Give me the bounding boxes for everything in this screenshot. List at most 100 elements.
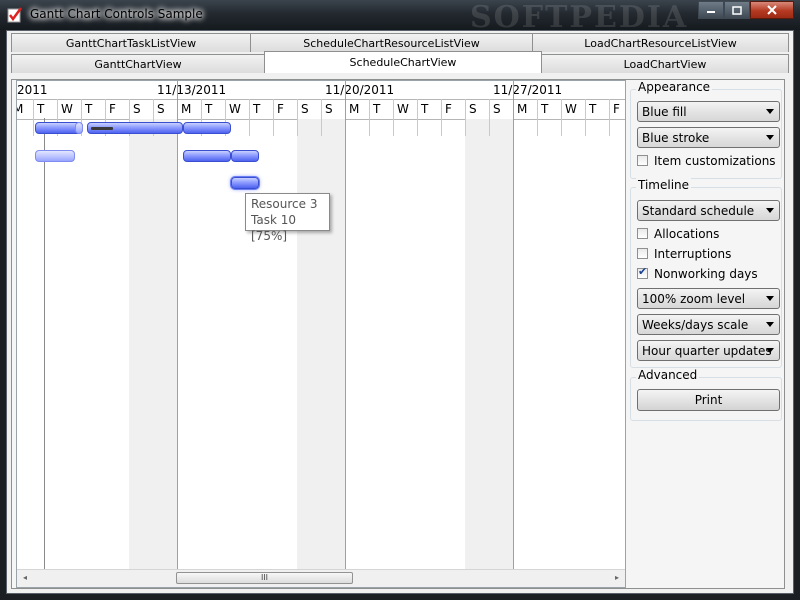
app-check-icon bbox=[7, 7, 23, 23]
day-label: T bbox=[205, 102, 213, 116]
tab-schedulechartview[interactable]: ScheduleChartView bbox=[264, 51, 542, 73]
grid-line bbox=[441, 99, 442, 136]
horizontal-scrollbar[interactable]: ◂ III ▸ bbox=[17, 569, 625, 587]
grid-line bbox=[561, 99, 562, 136]
stroke-combobox[interactable]: Blue stroke bbox=[637, 127, 780, 148]
main-window: GanttChartTaskListView ScheduleChartReso… bbox=[6, 30, 794, 594]
checkbox-box[interactable] bbox=[637, 155, 648, 166]
day-label: F bbox=[613, 102, 620, 116]
day-label: S bbox=[301, 102, 309, 116]
task-bar[interactable] bbox=[231, 150, 259, 162]
chevron-down-icon bbox=[766, 109, 774, 114]
day-label: M bbox=[517, 102, 528, 116]
task-bar[interactable] bbox=[87, 122, 183, 134]
day-label: F bbox=[445, 102, 452, 116]
checkbox-box[interactable] bbox=[637, 248, 648, 259]
grid-line bbox=[513, 81, 514, 571]
combo-value: Blue stroke bbox=[642, 131, 710, 145]
day-label: T bbox=[85, 102, 93, 116]
grid-line bbox=[465, 99, 466, 136]
checkbox-box[interactable] bbox=[637, 228, 648, 239]
day-label: S bbox=[493, 102, 501, 116]
task-bar[interactable] bbox=[183, 150, 231, 162]
weekend-shading bbox=[129, 119, 153, 571]
day-label: W bbox=[229, 102, 241, 116]
day-label: T bbox=[37, 102, 45, 116]
combo-value: Weeks/days scale bbox=[642, 318, 749, 332]
day-label: T bbox=[541, 102, 549, 116]
grid-line bbox=[609, 99, 610, 136]
timeline-group: Timeline Standard schedule Allocations I… bbox=[630, 178, 782, 368]
day-label: S bbox=[157, 102, 165, 116]
grid-line bbox=[273, 99, 274, 136]
task-bar-selected[interactable] bbox=[231, 177, 259, 189]
day-label: F bbox=[109, 102, 116, 116]
day-label: M bbox=[349, 102, 360, 116]
checkbox-label: Nonworking days bbox=[654, 267, 758, 281]
appearance-label: Appearance bbox=[636, 80, 713, 94]
tooltip-task: Task 10 [75%] bbox=[251, 213, 296, 243]
chevron-down-icon bbox=[766, 322, 774, 327]
tab-ganttchartview[interactable]: GanttChartView bbox=[11, 54, 265, 73]
advanced-label: Advanced bbox=[636, 368, 700, 382]
schedule-chart[interactable]: 2011 11/13/2011 11/20/2011 11/27/2011 MT… bbox=[16, 80, 626, 588]
scroll-left-icon[interactable]: ◂ bbox=[23, 573, 27, 582]
close-button[interactable] bbox=[750, 1, 794, 19]
combo-value: 100% zoom level bbox=[642, 292, 746, 306]
scroll-thumb[interactable]: III bbox=[176, 572, 353, 584]
day-label: S bbox=[133, 102, 141, 116]
progress-indicator bbox=[91, 127, 113, 130]
scale-combobox[interactable]: Weeks/days scale bbox=[637, 314, 780, 335]
scroll-right-icon[interactable]: ▸ bbox=[615, 573, 619, 582]
weekend-shading bbox=[153, 119, 177, 571]
close-icon bbox=[767, 5, 777, 15]
checkbox-label: Interruptions bbox=[654, 247, 732, 261]
tab-ganttcharttasklistview[interactable]: GanttChartTaskListView bbox=[11, 33, 251, 52]
title-bar[interactable]: SOFTPEDIA Gantt Chart Controls Sample bbox=[0, 0, 800, 35]
day-label: S bbox=[325, 102, 333, 116]
task-bar[interactable] bbox=[183, 122, 231, 134]
task-bar[interactable] bbox=[75, 122, 83, 134]
grid-line bbox=[585, 99, 586, 136]
grid-line bbox=[297, 99, 298, 136]
minimize-icon bbox=[707, 11, 715, 13]
tab-loadchartview[interactable]: LoadChartView bbox=[541, 54, 789, 73]
tab-schedulechartresourcelistview[interactable]: ScheduleChartResourceListView bbox=[250, 33, 533, 52]
tab-row-front: GanttChartView ScheduleChartView LoadCha… bbox=[11, 51, 789, 73]
updates-combobox[interactable]: Hour quarter updates bbox=[637, 340, 780, 361]
minimize-button[interactable] bbox=[698, 1, 724, 19]
fill-combobox[interactable]: Blue fill bbox=[637, 101, 780, 122]
grid-line bbox=[321, 99, 322, 136]
appearance-group: Appearance Blue fill Blue stroke Item cu… bbox=[630, 80, 782, 179]
grid-line bbox=[489, 99, 490, 136]
tab-loadchartresourcelistview[interactable]: LoadChartResourceListView bbox=[532, 33, 789, 52]
weekend-shading bbox=[297, 119, 321, 571]
day-label: M bbox=[181, 102, 192, 116]
maximize-icon bbox=[732, 5, 742, 15]
combo-value: Blue fill bbox=[642, 105, 687, 119]
print-button[interactable]: Print bbox=[637, 389, 780, 411]
day-label: T bbox=[253, 102, 261, 116]
tab-row-back: GanttChartTaskListView ScheduleChartReso… bbox=[11, 33, 789, 52]
grid-line bbox=[249, 99, 250, 136]
week-label: 2011 bbox=[17, 83, 48, 97]
task-bar[interactable] bbox=[35, 150, 75, 162]
combo-value: Standard schedule bbox=[642, 204, 755, 218]
grid-line bbox=[33, 99, 34, 136]
maximize-button[interactable] bbox=[724, 1, 750, 19]
grid-line bbox=[345, 81, 346, 571]
checkmark-icon: ✔ bbox=[638, 265, 648, 278]
weekend-shading bbox=[489, 119, 513, 571]
grid-line bbox=[417, 99, 418, 136]
week-label: 11/20/2011 bbox=[325, 83, 395, 97]
day-label: W bbox=[565, 102, 577, 116]
schedule-combobox[interactable]: Standard schedule bbox=[637, 200, 780, 221]
chevron-down-icon bbox=[766, 296, 774, 301]
window-title: Gantt Chart Controls Sample bbox=[30, 7, 203, 21]
chevron-down-icon bbox=[766, 208, 774, 213]
day-label: T bbox=[421, 102, 429, 116]
combo-value: Hour quarter updates bbox=[642, 344, 772, 358]
day-label: T bbox=[589, 102, 597, 116]
task-tooltip: Resource 3 Task 10 [75%] bbox=[245, 193, 330, 243]
zoom-combobox[interactable]: 100% zoom level bbox=[637, 288, 780, 309]
